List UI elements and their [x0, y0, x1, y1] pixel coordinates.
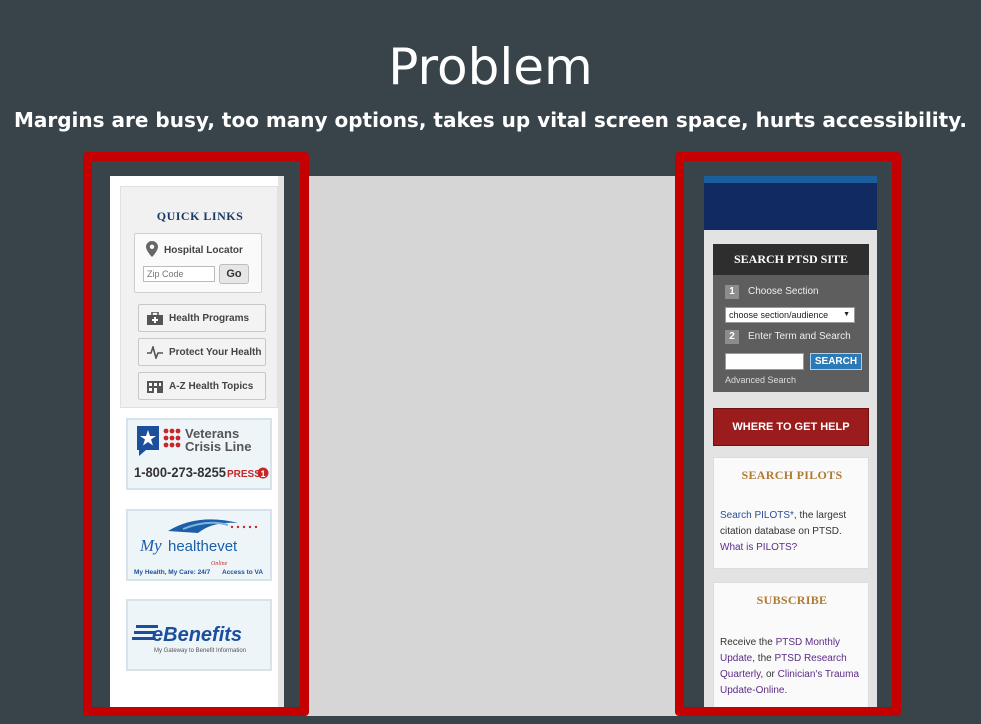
slide-subtitle: Margins are busy, too many options, take…: [13, 108, 968, 132]
left-highlight-frame: [83, 152, 309, 716]
slide-title: Problem: [388, 38, 593, 96]
right-highlight-frame: [675, 152, 901, 716]
center-content-area: [300, 176, 680, 716]
